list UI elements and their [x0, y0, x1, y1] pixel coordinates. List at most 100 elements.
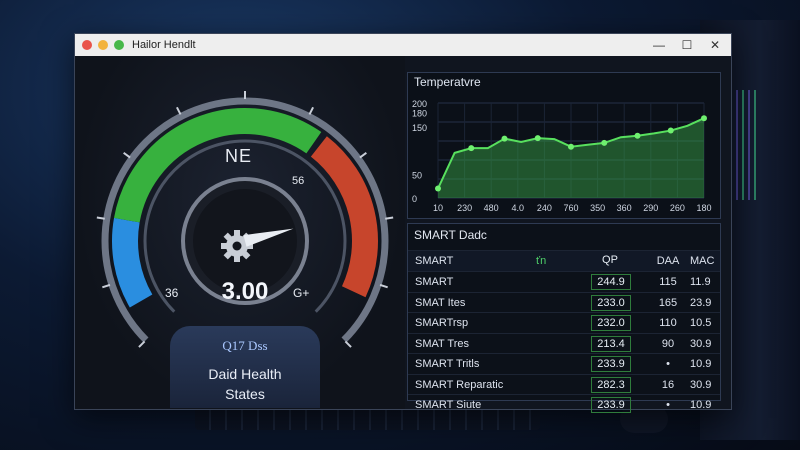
smart-title: SMART Dadc	[414, 228, 487, 242]
temperature-point	[667, 127, 674, 134]
row-value: 244.9	[591, 274, 631, 290]
x-tick-label: 4.0	[512, 203, 525, 213]
table-row[interactable]: SMART Tritls 233.9 • 10.9	[408, 353, 720, 374]
row-b: 10.9	[690, 399, 712, 411]
gear-hole	[232, 241, 242, 251]
header-mac: MAC	[690, 255, 715, 267]
gauge-tick	[308, 106, 314, 115]
row-value: 233.0	[591, 294, 631, 311]
y-tick-label: 50	[412, 170, 422, 180]
row-name: SMART Reparatic	[415, 378, 504, 391]
gauge-value-suffix: G+	[293, 286, 310, 300]
gauge-tick	[385, 216, 394, 220]
header-qp: QP	[602, 254, 618, 266]
x-tick-label: 480	[484, 203, 499, 213]
x-tick-label: 230	[457, 203, 472, 213]
header-daa: DAA	[656, 255, 680, 267]
temperature-title: Temperatvre	[414, 75, 481, 89]
gauge-tick	[123, 152, 131, 159]
temperature-panel: 200 180 150 50 0 10 230 480 4.0 240 760 350 360 290 26…	[407, 72, 721, 219]
row-name: SMART Tritls	[415, 358, 480, 370]
row-name: SMAT Tres	[415, 337, 469, 350]
temperature-point	[501, 135, 508, 142]
row-a: 16	[661, 378, 675, 391]
maximize-button[interactable]: ☐	[681, 38, 693, 52]
disk-health-label: Daid Health States	[170, 364, 320, 404]
table-row[interactable]: SMAT Tres 213.4 90 30.9	[408, 332, 720, 354]
row-b: 30.9	[690, 378, 712, 391]
x-tick-label: 240	[537, 203, 552, 213]
table-row[interactable]: SMART 244.9 115 11.9	[408, 271, 720, 292]
gauge-tick	[344, 340, 352, 348]
row-a: 165	[658, 296, 678, 309]
gauge-tick	[379, 283, 388, 289]
x-tick-label: 10	[433, 203, 443, 213]
background-rgb-lights	[730, 90, 760, 200]
row-name: SMART	[415, 276, 454, 288]
x-tick-label: 180	[696, 203, 711, 213]
header-flag: ťn	[536, 255, 547, 267]
row-b: 10.9	[690, 358, 712, 370]
row-value: 213.4	[591, 335, 631, 352]
temperature-point	[601, 139, 608, 146]
table-row[interactable]: SMART Reparatic 282.3 16 30.9	[408, 373, 720, 395]
health-label-line1: Daid Health	[208, 366, 282, 382]
gauge-left-label: 36	[165, 286, 179, 300]
gauge-sub-label: Q17 Dss	[222, 338, 268, 353]
close-button[interactable]: ✕	[709, 38, 721, 52]
gauge-tick	[176, 106, 182, 115]
app-window: Hailor Hendlt — ☐ ✕ NE 56 36 3.00 G+ Q17…	[74, 33, 732, 413]
gauge-tick	[138, 340, 146, 348]
header-smart: SMART	[415, 255, 454, 267]
row-a: 110	[659, 317, 677, 329]
row-a: 115	[659, 276, 677, 288]
row-a: 90	[661, 337, 675, 350]
table-row[interactable]: SMART Siute 233.9 • 10.9	[408, 394, 720, 415]
row-b: 23.9	[690, 296, 712, 309]
gauge-tick	[102, 283, 111, 289]
table-row[interactable]: SMAT Ites 233.0 165 23.9	[408, 291, 720, 313]
table-header: SMART ťn QP DAA MAC	[408, 250, 720, 271]
maximize-dot[interactable]	[114, 40, 124, 50]
x-tick-label: 350	[590, 203, 605, 213]
y-tick-label: 0	[412, 194, 417, 204]
row-a: •	[666, 399, 670, 411]
row-value: 232.0	[591, 315, 631, 331]
window-controls: — ☐ ✕	[653, 38, 721, 52]
minimize-button[interactable]: —	[653, 38, 665, 52]
gauge-tick	[359, 152, 367, 159]
title-bar: Hailor Hendlt — ☐ ✕	[75, 34, 731, 56]
row-b: 11.9	[690, 276, 711, 288]
gauge-top-label: NE	[225, 146, 253, 166]
temperature-point	[468, 145, 475, 152]
gauge-value: 3.00	[221, 278, 269, 305]
close-dot[interactable]	[82, 40, 92, 50]
x-tick-label: 360	[617, 203, 632, 213]
row-value: 233.9	[591, 397, 631, 413]
row-b: 10.5	[690, 317, 712, 329]
health-label-line2: States	[225, 386, 265, 402]
smart-data-panel: SMART Dadc SMART ťn QP DAA MAC SMART 244…	[407, 223, 721, 413]
smart-table: SMART ťn QP DAA MAC SMART 244.9 115 11.9…	[408, 250, 720, 415]
row-name: SMART Siute	[415, 399, 482, 411]
row-value: 282.3	[591, 376, 631, 393]
gauge-tick	[96, 216, 105, 220]
gauge-info-panel: Q17 Dss Daid Health States	[170, 326, 320, 408]
x-tick-label: 260	[670, 203, 685, 213]
temperature-point	[701, 115, 707, 122]
temperature-point	[634, 132, 641, 139]
row-value: 233.9	[591, 356, 631, 372]
table-row[interactable]: SMARTrsp 232.0 110 10.5	[408, 312, 720, 333]
window-dots	[82, 40, 124, 50]
x-tick-label: 290	[643, 203, 658, 213]
temperature-point	[435, 185, 441, 192]
y-tick-label: 200	[412, 99, 427, 109]
gauge-right-label: 56	[292, 175, 305, 187]
row-name: SMARTrsp	[415, 317, 469, 329]
temperature-chart: 20018015050010 230 480 4.0 240 760 350 360 290 26…	[412, 99, 712, 213]
row-b: 30.9	[690, 337, 712, 350]
row-a: •	[666, 358, 670, 370]
x-tick-label: 760	[563, 203, 578, 213]
health-gauge: NE 56 36 3.00 G+ Q17 Dss Daid Health Sta…	[75, 56, 405, 409]
minimize-dot[interactable]	[98, 40, 108, 50]
